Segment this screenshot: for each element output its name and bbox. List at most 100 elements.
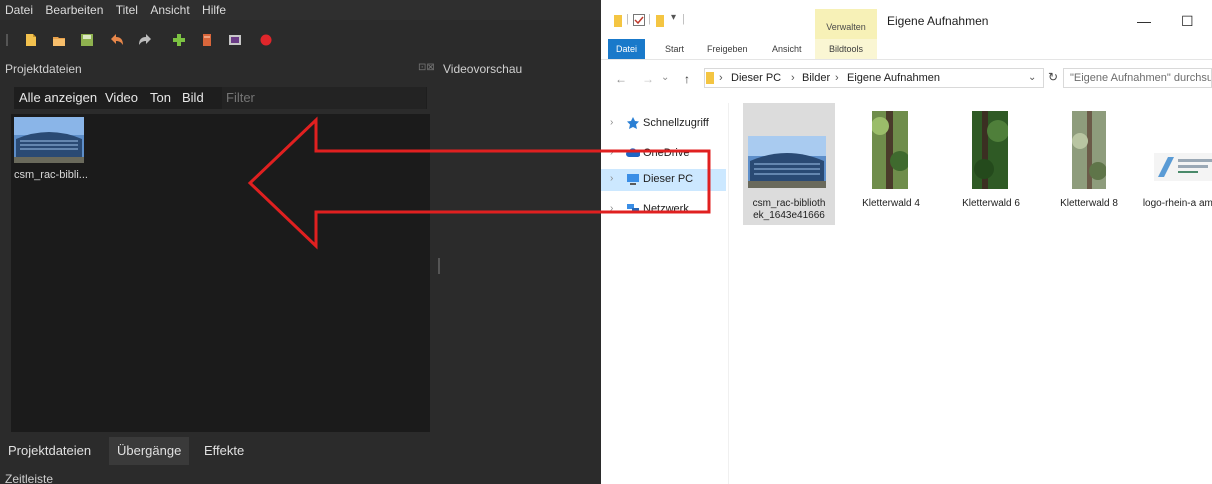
cloud-icon bbox=[626, 148, 640, 157]
expand-chevron-icon[interactable]: › bbox=[610, 203, 613, 214]
climbing-forest-thumbnail bbox=[1072, 111, 1106, 189]
file-item-label: Kletterwald 8 bbox=[1060, 198, 1118, 209]
project-files-filter-bar: Alle anzeigen Video Ton Bild bbox=[14, 87, 427, 109]
filter-input[interactable] bbox=[222, 87, 426, 109]
window-title: Eigene Aufnahmen bbox=[887, 14, 989, 28]
video-preview-title: Videovorschau bbox=[443, 62, 523, 76]
editor-toolbar bbox=[0, 27, 601, 53]
recent-locations-chevron-icon[interactable]: ⌄ bbox=[661, 72, 669, 83]
context-tab-label: Verwalten bbox=[826, 22, 866, 32]
editor-bottom-tabs: Projektdateien Übergänge Effekte bbox=[0, 437, 436, 465]
redo-icon[interactable] bbox=[138, 33, 152, 47]
panel-splitter-handle[interactable] bbox=[438, 258, 440, 274]
tab-effects[interactable]: Effekte bbox=[196, 437, 252, 465]
file-item-label: csm_rac-biblioth ek_1643e41666 bbox=[752, 198, 826, 221]
nav-item-dieser-pc[interactable]: › Dieser PC bbox=[601, 169, 726, 191]
qat-separator: | bbox=[626, 13, 629, 25]
ribbon-tab-bildtools[interactable]: Bildtools bbox=[815, 39, 877, 59]
panel-float-close-icon[interactable]: ⊡⊠ bbox=[418, 62, 435, 73]
new-folder-icon[interactable] bbox=[655, 14, 665, 28]
address-row: ← → ⌄ ↑ › Dieser PC › Bilder › Eigene Au… bbox=[601, 65, 1212, 93]
file-explorer-window: | | ▾ | Verwalten Eigene Aufnahmen — ☐ D… bbox=[601, 9, 1212, 484]
menu-hilfe[interactable]: Hilfe bbox=[197, 0, 230, 17]
tab-project-files[interactable]: Projektdateien bbox=[0, 437, 99, 465]
project-files-list[interactable]: csm_rac-bibli... bbox=[11, 114, 430, 432]
menu-bearbeiten[interactable]: Bearbeiten bbox=[40, 0, 107, 17]
address-dropdown-icon[interactable]: ⌄ bbox=[1028, 69, 1036, 87]
university-logo-thumbnail bbox=[1154, 153, 1212, 181]
toolbar-grip-icon bbox=[6, 34, 8, 46]
import-files-icon[interactable] bbox=[172, 33, 186, 47]
expand-chevron-icon[interactable]: › bbox=[610, 117, 613, 128]
properties-checkbox-icon[interactable] bbox=[633, 14, 645, 26]
library-building-thumbnail bbox=[14, 117, 84, 163]
folder-icon bbox=[614, 15, 622, 27]
choose-profile-icon[interactable] bbox=[200, 33, 214, 47]
breadcrumb-bilder[interactable]: Bilder bbox=[802, 69, 830, 87]
customize-qat-icon[interactable]: ▾ bbox=[671, 12, 676, 23]
ribbon-tab-start[interactable]: Start bbox=[665, 39, 684, 59]
project-files-title: Projektdateien bbox=[5, 62, 82, 76]
video-editor-window: Datei Bearbeiten Titel Ansicht Hilfe Pro… bbox=[0, 0, 601, 484]
menu-ansicht[interactable]: Ansicht bbox=[145, 0, 193, 17]
filter-tab-video[interactable]: Video bbox=[105, 90, 138, 105]
filter-tab-audio[interactable]: Ton bbox=[150, 90, 171, 105]
climbing-forest-thumbnail bbox=[972, 111, 1008, 189]
save-project-icon[interactable] bbox=[80, 33, 94, 47]
breadcrumb-separator: › bbox=[835, 72, 839, 84]
editor-menubar: Datei Bearbeiten Titel Ansicht Hilfe bbox=[0, 0, 601, 20]
climbing-forest-thumbnail bbox=[872, 111, 908, 189]
menu-datei[interactable]: Datei bbox=[0, 0, 37, 17]
pictures-folder-icon bbox=[706, 72, 714, 84]
breadcrumb-eigene-aufnahmen[interactable]: Eigene Aufnahmen bbox=[847, 69, 940, 87]
up-arrow-icon[interactable]: ↑ bbox=[684, 72, 690, 86]
qat-separator: | bbox=[648, 13, 651, 25]
file-item-label: logo-rhein-a ampus bbox=[1142, 198, 1212, 209]
undo-icon[interactable] bbox=[110, 33, 124, 47]
computer-icon bbox=[627, 174, 639, 185]
project-file-label: csm_rac-bibli... bbox=[14, 169, 88, 181]
video-preview-area bbox=[437, 78, 601, 438]
file-item-label: Kletterwald 4 bbox=[862, 198, 920, 209]
export-video-icon[interactable] bbox=[259, 33, 273, 47]
filter-tab-image[interactable]: Bild bbox=[182, 90, 204, 105]
file-item-label: Kletterwald 6 bbox=[962, 198, 1020, 209]
menu-titel[interactable]: Titel bbox=[111, 0, 142, 17]
file-item[interactable]: csm_rac-biblioth ek_1643e41666 bbox=[743, 103, 835, 225]
search-input[interactable]: "Eigene Aufnahmen" durchsuc... bbox=[1063, 68, 1212, 88]
minimize-button[interactable]: — bbox=[1137, 13, 1151, 29]
forward-arrow-icon[interactable]: → bbox=[642, 72, 654, 86]
file-view[interactable]: csm_rac-biblioth ek_1643e41666 Kletterwa… bbox=[729, 103, 1212, 484]
nav-item-onedrive[interactable]: › OneDrive bbox=[601, 143, 726, 165]
expand-chevron-icon[interactable]: › bbox=[610, 147, 613, 158]
maximize-button[interactable]: ☐ bbox=[1181, 13, 1194, 30]
breadcrumb-separator: › bbox=[719, 72, 723, 84]
file-item[interactable]: logo-rhein-a ampus bbox=[1139, 103, 1212, 225]
nav-item-netzwerk[interactable]: › Netzwerk bbox=[601, 199, 726, 221]
nav-item-schnellzugriff[interactable]: › Schnellzugriff bbox=[601, 113, 726, 135]
ribbon-tab-ansicht[interactable]: Ansicht bbox=[772, 39, 802, 59]
breadcrumb-separator: › bbox=[791, 72, 795, 84]
address-bar[interactable]: › Dieser PC › Bilder › Eigene Aufnahmen … bbox=[704, 68, 1044, 88]
file-item[interactable]: Kletterwald 4 bbox=[845, 103, 937, 225]
fullscreen-icon[interactable] bbox=[228, 33, 242, 47]
explorer-titlebar: | | ▾ | Verwalten Eigene Aufnahmen — ☐ bbox=[601, 9, 1212, 39]
navigation-pane: › Schnellzugriff › OneDrive › Dieser PC … bbox=[601, 103, 729, 484]
library-building-thumbnail bbox=[748, 136, 826, 188]
timeline-title: Zeitleiste bbox=[5, 472, 54, 484]
star-icon bbox=[627, 117, 639, 129]
open-project-icon[interactable] bbox=[52, 33, 66, 47]
file-item[interactable]: Kletterwald 6 bbox=[945, 103, 1037, 225]
ribbon-tabs: Datei Start Freigeben Ansicht Bildtools bbox=[601, 39, 1212, 60]
context-tab-header: Verwalten bbox=[815, 9, 877, 39]
breadcrumb-dieser-pc[interactable]: Dieser PC bbox=[731, 69, 781, 87]
filter-tab-all[interactable]: Alle anzeigen bbox=[19, 90, 97, 105]
new-project-icon[interactable] bbox=[24, 33, 38, 47]
file-item[interactable]: Kletterwald 8 bbox=[1043, 103, 1135, 225]
back-arrow-icon[interactable]: ← bbox=[615, 72, 627, 86]
ribbon-tab-datei[interactable]: Datei bbox=[608, 39, 646, 59]
refresh-icon[interactable]: ↻ bbox=[1048, 70, 1058, 84]
ribbon-tab-freigeben[interactable]: Freigeben bbox=[707, 39, 748, 59]
expand-chevron-icon[interactable]: › bbox=[610, 173, 613, 184]
tab-transitions[interactable]: Übergänge bbox=[109, 437, 190, 465]
